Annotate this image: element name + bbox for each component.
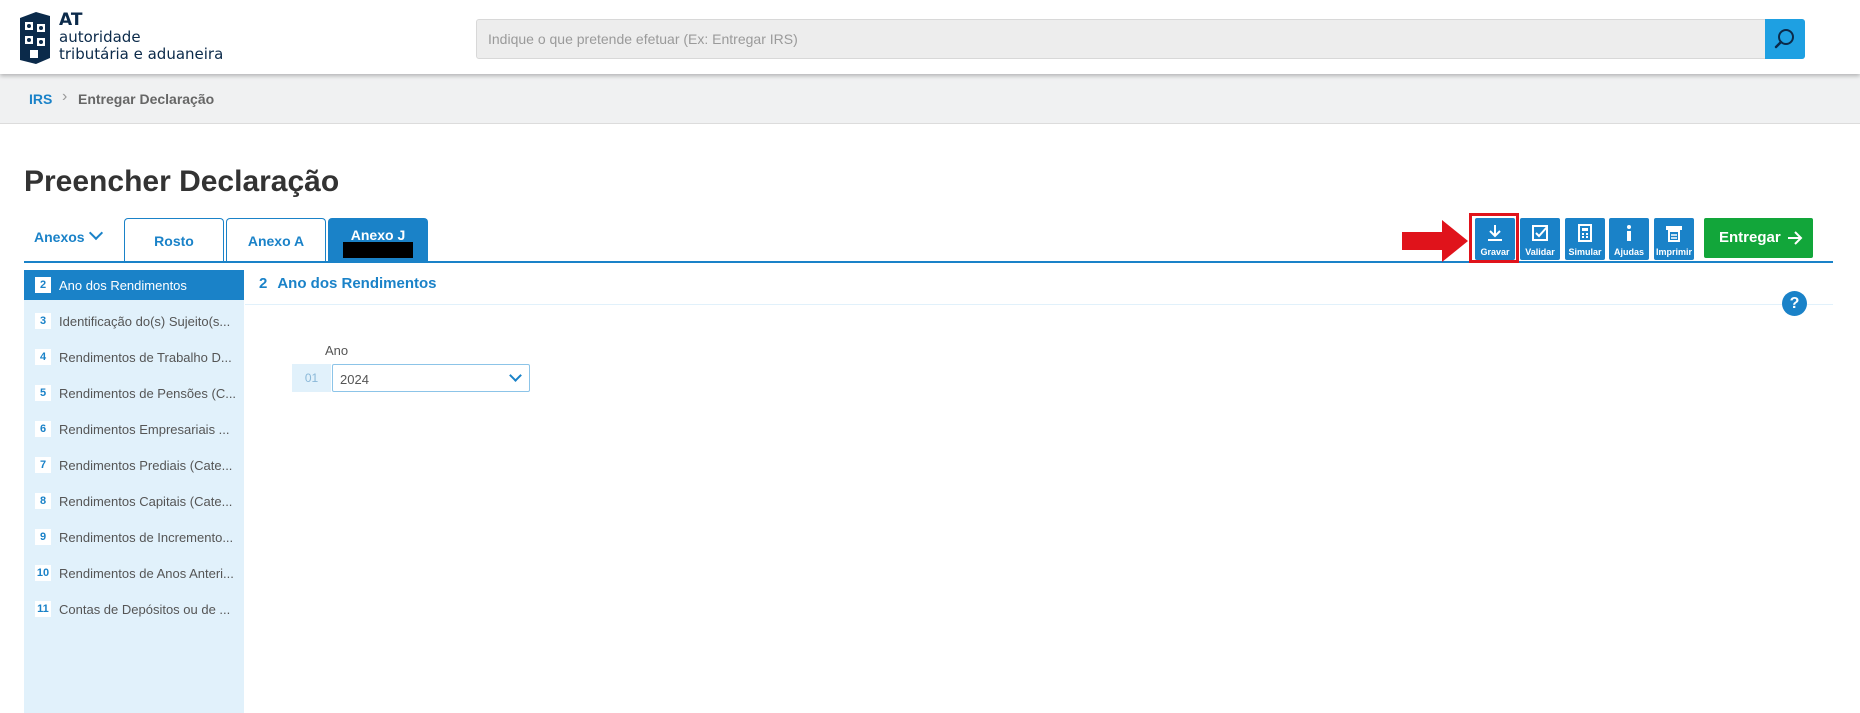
tab-underline <box>24 261 1833 263</box>
sidebar-item-contas-depositos[interactable]: 11 Contas de Depósitos ou de ... <box>24 594 244 624</box>
ajudas-label: Ajudas <box>1613 247 1644 257</box>
sidebar-item-label: Rendimentos de Trabalho D... <box>59 350 232 365</box>
section-divider <box>245 304 1833 305</box>
breadcrumb-separator-icon: › <box>62 88 68 105</box>
tab-label: Anexo A <box>247 233 305 249</box>
sidebar-item-empresariais[interactable]: 6 Rendimentos Empresariais ... <box>24 414 244 444</box>
sidebar-item-label: Rendimentos de Pensões (C... <box>59 386 237 401</box>
question-icon: ? <box>1789 295 1800 312</box>
validar-button[interactable]: Validar <box>1520 218 1560 260</box>
sidebar-item-capitais[interactable]: 8 Rendimentos Capitais (Cate... <box>24 486 244 516</box>
sidebar-item-prediais[interactable]: 7 Rendimentos Prediais (Cate... <box>24 450 244 480</box>
sidebar-item-label: Rendimentos de Incremento... <box>59 530 234 545</box>
sidebar-item-number: 4 <box>35 349 51 365</box>
tab-label: Anexo J <box>350 227 406 243</box>
ano-select-value: 2024 <box>340 372 369 387</box>
logo-line-3: tributária e aduaneira <box>59 45 224 63</box>
sidebar-item-number: 7 <box>35 457 51 473</box>
sidebar-item-number: 3 <box>35 313 51 329</box>
simular-label: Simular <box>1568 247 1602 257</box>
breadcrumb-irs-link[interactable]: IRS <box>29 91 52 107</box>
breadcrumb: IRS › Entregar Declaração <box>0 74 1860 124</box>
page-title: Preencher Declaração <box>24 165 340 198</box>
help-button[interactable]: ? <box>1782 291 1807 316</box>
sidebar-item-number: 11 <box>35 601 51 617</box>
sidebar-item-number: 6 <box>35 421 51 437</box>
sidebar-item-number: 5 <box>35 385 51 401</box>
entregar-label: Entregar <box>1719 229 1781 246</box>
validar-label: Validar <box>1525 247 1555 257</box>
tab-label: Rosto <box>154 233 194 249</box>
chevron-down-icon <box>509 369 522 382</box>
sidebar-item-number: 8 <box>35 493 51 509</box>
highlight-box <box>1469 213 1519 263</box>
calculator-icon <box>1578 224 1592 242</box>
anexos-label: Anexos <box>34 229 85 245</box>
tab-anexo-j[interactable]: Anexo J <box>328 218 428 262</box>
imprimir-label: Imprimir <box>1655 247 1692 257</box>
sidebar-item-label: Identificação do(s) Sujeito(s... <box>59 314 231 329</box>
sidebar-item-ano-rendimentos[interactable]: 2 Ano dos Rendimentos <box>24 270 244 300</box>
printer-icon <box>1666 226 1682 242</box>
ano-field-number: 01 <box>292 364 331 392</box>
arrow-right-icon <box>1788 231 1803 245</box>
sidebar-item-label: Contas de Depósitos ou de ... <box>59 602 231 617</box>
chevron-down-icon <box>88 225 103 241</box>
search-button[interactable] <box>1765 19 1805 59</box>
top-header: AT autoridade tributária e aduaneira <box>0 0 1860 74</box>
tab-rosto[interactable]: Rosto <box>124 218 224 262</box>
sidebar-item-number: 10 <box>35 565 51 581</box>
entregar-button[interactable]: Entregar <box>1704 218 1813 258</box>
sidebar-item-trabalho[interactable]: 4 Rendimentos de Trabalho D... <box>24 342 244 372</box>
at-emblem-icon <box>20 12 50 64</box>
search-bar <box>476 19 1805 59</box>
sidebar: 2 Ano dos Rendimentos 3 Identificação do… <box>24 270 244 713</box>
simular-button[interactable]: Simular <box>1565 218 1605 260</box>
sidebar-item-label: Rendimentos Capitais (Cate... <box>59 494 233 509</box>
sidebar-item-label: Rendimentos Prediais (Cate... <box>59 458 233 473</box>
logo-line-2: autoridade <box>59 28 141 46</box>
ano-select[interactable]: 2024 <box>332 364 530 392</box>
sidebar-item-label: Rendimentos de Anos Anteri... <box>59 566 234 581</box>
red-arrow-annotation-icon <box>1402 220 1468 262</box>
sidebar-item-pensoes[interactable]: 5 Rendimentos de Pensões (C... <box>24 378 244 408</box>
sidebar-item-number: 9 <box>35 529 51 545</box>
breadcrumb-current: Entregar Declaração <box>78 91 215 107</box>
section-number: 2 <box>259 275 268 292</box>
sidebar-item-anos-anteriores[interactable]: 10 Rendimentos de Anos Anteri... <box>24 558 244 588</box>
sidebar-item-number: 2 <box>35 277 51 293</box>
ano-field-label: Ano <box>325 343 349 358</box>
section-title: 2 Ano dos Rendimentos <box>259 275 437 292</box>
section-title-text: Ano dos Rendimentos <box>277 275 437 292</box>
search-icon <box>1774 29 1794 49</box>
search-input[interactable] <box>477 20 1762 58</box>
sidebar-item-identificacao[interactable]: 3 Identificação do(s) Sujeito(s... <box>24 306 244 336</box>
anexos-dropdown[interactable]: Anexos <box>34 225 103 245</box>
tab-anexo-a[interactable]: Anexo A <box>226 218 326 262</box>
imprimir-button[interactable]: Imprimir <box>1654 218 1694 260</box>
sidebar-item-incrementos[interactable]: 9 Rendimentos de Incremento... <box>24 522 244 552</box>
sidebar-item-label: Rendimentos Empresariais ... <box>59 422 230 437</box>
ajudas-button[interactable]: Ajudas <box>1609 218 1649 260</box>
sidebar-item-label: Ano dos Rendimentos <box>59 278 187 293</box>
info-icon <box>1627 225 1631 241</box>
checkbox-check-icon <box>1532 225 1548 241</box>
logo-line-1: AT <box>59 10 83 30</box>
redacted-block <box>343 242 413 258</box>
at-logo[interactable]: AT autoridade tributária e aduaneira <box>16 10 236 66</box>
